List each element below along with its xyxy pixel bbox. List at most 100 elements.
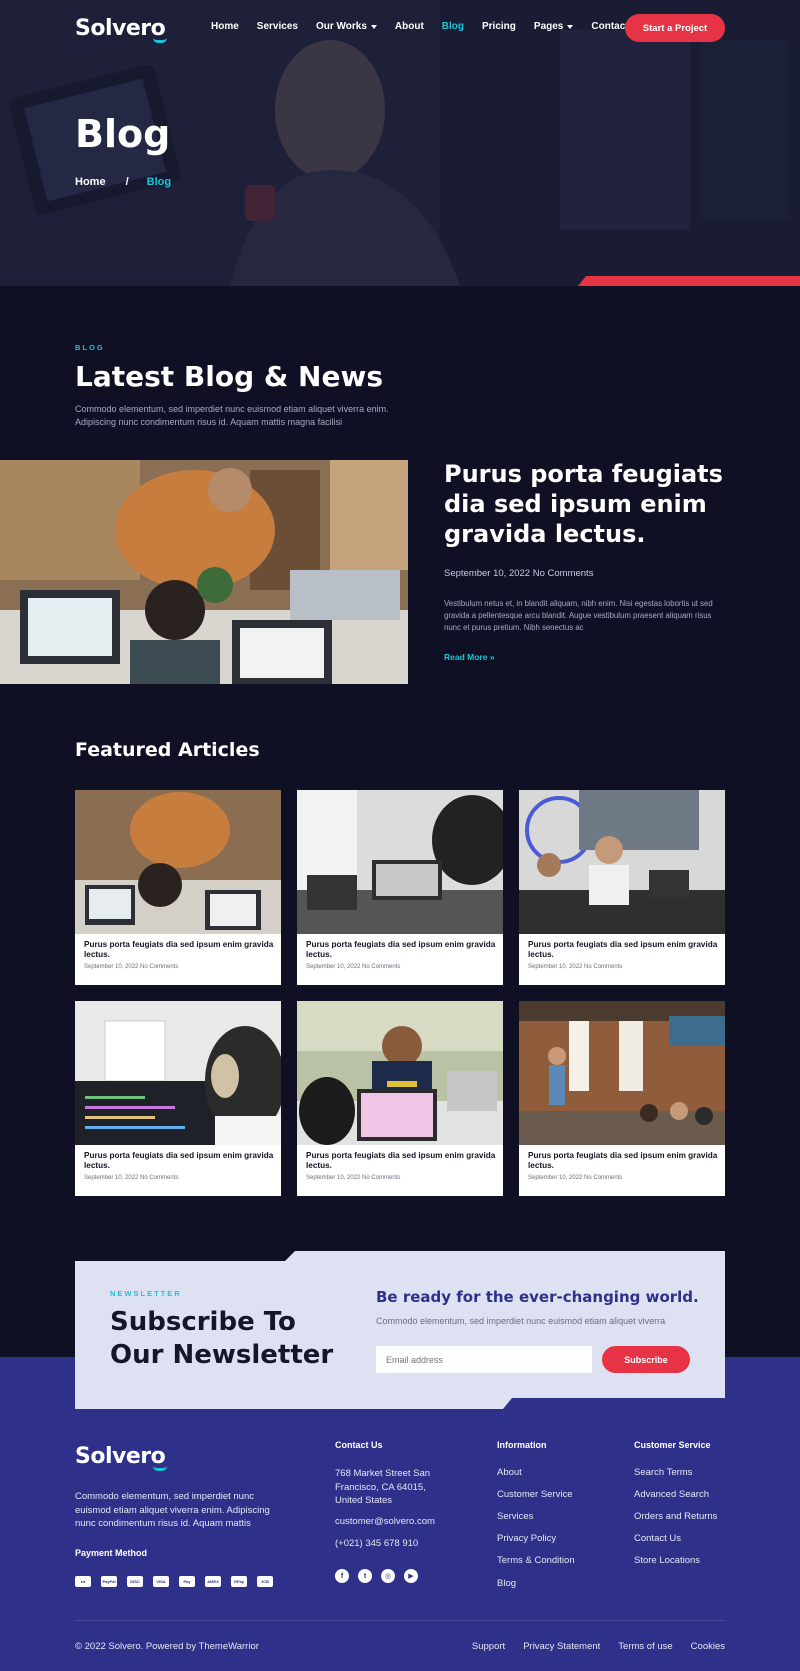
logo-swoosh-icon bbox=[153, 38, 168, 43]
team-working-photo bbox=[0, 460, 408, 684]
footer-link-about[interactable]: About bbox=[497, 1467, 522, 1478]
hero-accent-bar bbox=[578, 276, 800, 286]
mastercard-icon: mastercard●● bbox=[75, 1576, 91, 1587]
latest-eyebrow: BLOG bbox=[75, 343, 105, 352]
newsletter-description: Commodo elementum, sed imperdiet nunc eu… bbox=[376, 1316, 666, 1326]
latest-description: Commodo elementum, sed imperdiet nunc eu… bbox=[75, 404, 389, 427]
article-title: Purus porta feugiats dia sed ipsum enim … bbox=[528, 940, 718, 959]
footer-link-privacy-policy[interactable]: Privacy Policy bbox=[497, 1533, 556, 1544]
breadcrumb-current: Blog bbox=[146, 176, 172, 188]
google-pay-icon: GPay bbox=[231, 1576, 247, 1587]
article-meta: September 10, 2022 No Comments bbox=[528, 1175, 623, 1181]
article-card[interactable]: Purus porta feugiats dia sed ipsum enim … bbox=[297, 1001, 503, 1196]
article-card[interactable]: Purus porta feugiats dia sed ipsum enim … bbox=[519, 790, 725, 985]
article-card[interactable]: Purus porta feugiats dia sed ipsum enim … bbox=[75, 1001, 281, 1196]
article-image bbox=[519, 1001, 725, 1145]
latest-post-excerpt: Vestibulum netus et, in blandit aliquam,… bbox=[444, 599, 713, 632]
footer-link-terms[interactable]: Terms & Condition bbox=[497, 1555, 575, 1566]
newsletter-eyebrow: NEWSLETTER bbox=[110, 1289, 182, 1298]
contact-title: Contact Us bbox=[335, 1440, 383, 1450]
chevron-down-icon bbox=[370, 24, 377, 29]
chevron-down-icon bbox=[567, 24, 574, 29]
logo-text: Solvero bbox=[75, 1444, 166, 1469]
nav-item-services[interactable]: Services bbox=[257, 21, 298, 32]
footer-link-orders-returns[interactable]: Orders and Returns bbox=[634, 1511, 717, 1522]
page-title: Blog bbox=[75, 112, 171, 156]
amex-icon: AMEX bbox=[205, 1576, 221, 1587]
footer-link-store-locations[interactable]: Store Locations bbox=[634, 1555, 700, 1566]
article-image bbox=[75, 790, 281, 934]
footer-description: Commodo elementum, sed imperdiet nunc eu… bbox=[75, 1491, 270, 1529]
article-image bbox=[297, 1001, 503, 1145]
paypal-icon: PayPal bbox=[101, 1576, 117, 1587]
article-image bbox=[297, 790, 503, 934]
article-title: Purus porta feugiats dia sed ipsum enim … bbox=[84, 1151, 274, 1170]
article-title: Purus porta feugiats dia sed ipsum enim … bbox=[306, 1151, 496, 1170]
footer-divider bbox=[75, 1620, 725, 1621]
twitter-icon[interactable]: t bbox=[358, 1569, 372, 1583]
breadcrumb-separator: / bbox=[125, 176, 129, 188]
nav-item-pricing[interactable]: Pricing bbox=[482, 21, 516, 32]
apple-pay-icon: Pay bbox=[179, 1576, 195, 1587]
article-meta: September 10, 2022 No Comments bbox=[84, 964, 179, 970]
nav-item-about[interactable]: About bbox=[395, 21, 424, 32]
copyright: © 2022 Solvero. Powered by ThemeWarrior bbox=[75, 1641, 259, 1652]
contact-email[interactable]: customer@solvero.com bbox=[335, 1516, 435, 1527]
article-meta: September 10, 2022 No Comments bbox=[306, 964, 401, 970]
subscribe-button[interactable]: Subscribe bbox=[602, 1346, 690, 1373]
footer-link-cookies[interactable]: Cookies bbox=[691, 1641, 725, 1652]
latest-post-image[interactable] bbox=[0, 460, 408, 684]
jcb-icon: JCB bbox=[257, 1576, 273, 1587]
contact-phone[interactable]: (+021) 345 678 910 bbox=[335, 1538, 418, 1549]
breadcrumb: Home / Blog bbox=[75, 176, 171, 188]
nav-item-blog[interactable]: Blog bbox=[442, 21, 464, 32]
nav-item-pages[interactable]: Pages bbox=[534, 21, 574, 32]
main-navigation: Solvero Home Services Our Works About Bl… bbox=[75, 14, 725, 43]
latest-post-title[interactable]: Purus porta feugiats dia sed ipsum enim … bbox=[444, 459, 744, 549]
article-card[interactable]: Purus porta feugiats dia sed ipsum enim … bbox=[519, 1001, 725, 1196]
footer-link-customer-service[interactable]: Customer Service bbox=[497, 1489, 573, 1500]
email-field[interactable] bbox=[376, 1346, 592, 1373]
article-title: Purus porta feugiats dia sed ipsum enim … bbox=[84, 940, 274, 959]
youtube-icon[interactable]: ▶ bbox=[404, 1569, 418, 1583]
contact-address: 768 Market Street San Francisco, CA 6401… bbox=[335, 1468, 431, 1506]
payment-icons: mastercard●● PayPal DISC VISA Pay AMEX G… bbox=[75, 1576, 283, 1587]
site-logo[interactable]: Solvero bbox=[75, 16, 168, 43]
breadcrumb-home[interactable]: Home bbox=[75, 176, 106, 188]
article-image bbox=[519, 790, 725, 934]
footer-link-privacy-statement[interactable]: Privacy Statement bbox=[523, 1641, 600, 1652]
instagram-icon[interactable]: ◎ bbox=[381, 1569, 395, 1583]
latest-title: Latest Blog & News bbox=[75, 360, 383, 393]
newsletter-title: Subscribe To Our Newsletter bbox=[110, 1307, 334, 1370]
customer-service-title: Customer Service bbox=[634, 1440, 711, 1450]
facebook-icon[interactable]: f bbox=[335, 1569, 349, 1583]
footer-link-contact-us[interactable]: Contact Us bbox=[634, 1533, 681, 1544]
information-title: Information bbox=[497, 1440, 547, 1450]
article-card[interactable]: Purus porta feugiats dia sed ipsum enim … bbox=[297, 790, 503, 985]
start-project-button[interactable]: Start a Project bbox=[625, 14, 725, 42]
article-image bbox=[75, 1001, 281, 1145]
footer-bottom-links: Support Privacy Statement Terms of use C… bbox=[454, 1641, 725, 1652]
footer-link-support[interactable]: Support bbox=[472, 1641, 505, 1652]
latest-post-meta: September 10, 2022 No Comments bbox=[444, 568, 594, 579]
article-card[interactable]: Purus porta feugiats dia sed ipsum enim … bbox=[75, 790, 281, 985]
discover-icon: DISC bbox=[127, 1576, 143, 1587]
footer-link-blog[interactable]: Blog bbox=[497, 1578, 516, 1589]
hero-banner: Solvero Home Services Our Works About Bl… bbox=[0, 0, 800, 286]
article-meta: September 10, 2022 No Comments bbox=[306, 1175, 401, 1181]
read-more-link[interactable]: Read More » bbox=[444, 652, 495, 662]
footer-logo[interactable]: Solvero bbox=[75, 1444, 168, 1471]
payment-method-title: Payment Method bbox=[75, 1548, 148, 1558]
nav-item-our-works[interactable]: Our Works bbox=[316, 21, 377, 32]
newsletter-heading: Be ready for the ever-changing world. bbox=[376, 1288, 699, 1306]
featured-title: Featured Articles bbox=[75, 739, 260, 761]
nav-item-home[interactable]: Home bbox=[211, 21, 239, 32]
nav-item-contact[interactable]: Contact bbox=[591, 21, 628, 32]
footer-link-terms-of-use[interactable]: Terms of use bbox=[618, 1641, 672, 1652]
footer-link-services[interactable]: Services bbox=[497, 1511, 533, 1522]
nav-menu: Home Services Our Works About Blog Prici… bbox=[211, 21, 647, 32]
article-title: Purus porta feugiats dia sed ipsum enim … bbox=[528, 1151, 718, 1170]
visa-icon: VISA bbox=[153, 1576, 169, 1587]
footer-link-search-terms[interactable]: Search Terms bbox=[634, 1467, 692, 1478]
footer-link-advanced-search[interactable]: Advanced Search bbox=[634, 1489, 709, 1500]
